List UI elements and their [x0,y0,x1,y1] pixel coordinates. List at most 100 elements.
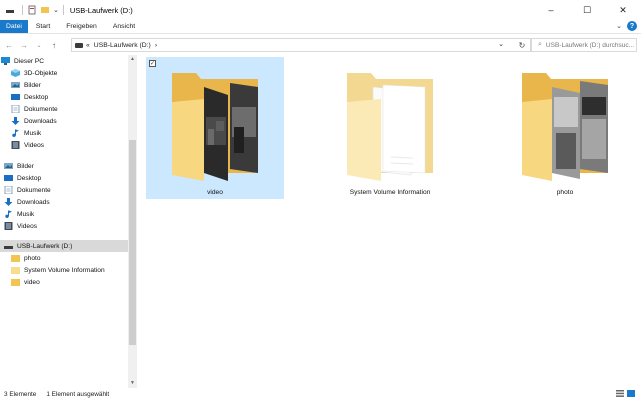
sidebar-item-label: Bilder [17,162,34,170]
downloads-icon [4,198,13,206]
sidebar-item-label: Bilder [24,81,41,89]
search-placeholder: USB-Laufwerk (D:) durchsuc... [545,41,635,49]
sidebar-item-3d-objekte[interactable]: 3D-Objekte [0,67,128,79]
recent-locations-button[interactable]: ⌄ [33,38,45,52]
new-folder-icon[interactable] [40,5,50,15]
close-button[interactable]: ✕ [605,0,641,20]
scrollbar-thumb[interactable] [129,140,136,345]
sidebar-item-dieser-pc[interactable]: Dieser PC [0,55,128,67]
documents-icon [4,186,13,194]
desktop-icon [4,175,13,181]
scroll-down-icon[interactable]: ▼ [128,379,137,388]
videos-icon [4,222,13,230]
chevron-down-icon[interactable]: ⌄ [616,22,622,30]
folder-photos-icon [522,73,608,181]
back-button[interactable]: ← [3,38,15,52]
sidebar-item-videos[interactable]: Videos [0,139,128,151]
sidebar-item-photo[interactable]: photo [0,252,128,264]
sidebar-item-downloads[interactable]: Downloads [0,115,128,127]
folder-photos-icon [172,73,258,181]
title-bar: ⌄ USB-Laufwerk (D:) – ☐ ✕ [0,0,641,20]
drive-icon [75,42,83,48]
tab-freigeben[interactable]: Freigeben [58,20,105,33]
sidebar-item-label: System Volume Information [24,266,105,274]
tab-start[interactable]: Start [28,20,58,33]
large-icons-view-icon[interactable] [627,390,635,397]
sidebar-item-usb-laufwerk[interactable]: USB-Laufwerk (D:) [0,240,128,252]
sidebar-item-musik[interactable]: Musik [0,127,128,139]
sidebar-item-label: Videos [17,222,38,230]
tab-datei[interactable]: Datei [0,20,28,33]
sidebar-item-musik[interactable]: Musik [0,208,128,220]
sidebar-item-label: Downloads [17,198,50,206]
sidebar-item-bilder[interactable]: Bilder [0,79,128,91]
folder-photo[interactable]: photo [496,57,634,199]
sidebar-item-dokumente[interactable]: Dokumente [0,184,128,196]
forward-button[interactable]: → [18,38,30,52]
downloads-icon [11,117,20,125]
sidebar-item-video[interactable]: video [0,276,128,288]
address-dropdown-icon[interactable]: ⌄ [498,40,504,48]
tab-ansicht[interactable]: Ansicht [105,20,143,33]
folder-icon [11,279,20,286]
desktop-icon [11,94,20,100]
folder-label: photo [556,189,574,196]
sidebar-scrollbar[interactable]: ▲ ▼ [128,55,137,388]
sidebar-item-downloads[interactable]: Downloads [0,196,128,208]
refresh-button[interactable]: ↻ [515,38,529,52]
properties-icon[interactable] [27,5,37,15]
pictures-icon [11,82,20,88]
folder-icon [11,267,20,274]
folder-video[interactable]: ✓ video [146,57,284,199]
sidebar-item-label: Musik [17,210,35,218]
ribbon-tabs: Datei Start Freigeben Ansicht ⌄ ? [0,20,641,34]
sidebar-item-label: photo [24,254,41,262]
address-bar[interactable]: « USB-Laufwerk (D:) › ⌄ [71,38,531,52]
quick-access-dropdown-icon[interactable]: ⌄ [53,6,59,14]
status-bar: 3 Elemente 1 Element ausgewählt [0,388,641,400]
3d-objects-icon [11,69,20,77]
toolbar-separator [62,5,64,15]
sidebar-item-label: Desktop [24,93,49,101]
pictures-icon [4,163,13,169]
sidebar-item-label: 3D-Objekte [24,69,58,77]
file-list: ✓ video System Volume Information photo [138,55,641,388]
sidebar-item-label: Desktop [17,174,42,182]
folder-label: video [207,189,223,196]
folder-documents-icon [347,73,433,181]
minimize-button[interactable]: – [533,0,569,20]
search-icon: ⌕ [538,41,542,48]
sidebar-item-dokumente[interactable]: Dokumente [0,103,128,115]
sidebar-item-desktop[interactable]: Desktop [0,172,128,184]
selection-count: 1 Element ausgewählt [46,390,110,398]
scroll-up-icon[interactable]: ▲ [128,55,137,64]
sidebar-item-label: USB-Laufwerk (D:) [17,242,73,250]
help-icon[interactable]: ? [627,21,637,31]
path-prefix[interactable]: « [86,42,90,49]
sidebar-item-system-volume-information[interactable]: System Volume Information [0,264,128,276]
search-input[interactable]: ⌕ USB-Laufwerk (D:) durchsuc... [531,38,637,52]
music-icon [5,210,12,218]
videos-icon [11,141,20,149]
sidebar-item-label: Dokumente [24,105,58,113]
breadcrumb-usb-drive[interactable]: USB-Laufwerk (D:) [94,42,151,49]
sidebar-item-label: Dieser PC [14,57,45,65]
up-button[interactable]: ↑ [48,38,60,52]
quick-access-toolbar: ⌄ [0,0,68,20]
sidebar-item-videos[interactable]: Videos [0,220,128,232]
window-controls: – ☐ ✕ [533,0,641,20]
sidebar-item-label: Videos [24,141,45,149]
details-view-icon[interactable] [616,390,624,397]
toolbar-separator [22,5,23,15]
sidebar-item-label: Dokumente [17,186,51,194]
folder-icon [11,255,20,262]
sidebar-item-bilder[interactable]: Bilder [0,160,128,172]
breadcrumb-chevron-icon[interactable]: › [155,42,157,49]
sidebar-item-desktop[interactable]: Desktop [0,91,128,103]
window-title: USB-Laufwerk (D:) [69,5,133,15]
maximize-button[interactable]: ☐ [569,0,605,20]
navigation-pane: Dieser PC 3D-Objekte Bilder Desktop Doku… [0,55,137,388]
item-count: 3 Elemente [4,390,37,398]
address-row: ← → ⌄ ↑ « USB-Laufwerk (D:) › ⌄ ↻ ⌕ USB-… [0,36,641,54]
folder-system-volume-information[interactable]: System Volume Information [321,57,459,199]
